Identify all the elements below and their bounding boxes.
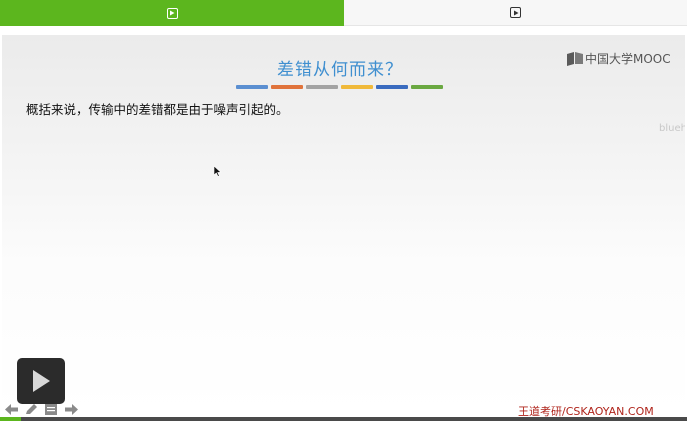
mooc-logo: 中国大学MOOC — [567, 50, 671, 67]
player-controls — [4, 403, 84, 415]
arrow-right-icon[interactable] — [64, 403, 78, 415]
tab-bar — [0, 0, 687, 26]
progress-bar[interactable] — [0, 417, 687, 421]
play-square-icon — [510, 7, 521, 18]
tab-video-2[interactable] — [344, 0, 687, 26]
side-watermark: blueh — [659, 123, 685, 134]
slide-canvas: 差错从何而来？ 中国大学MOOC 概括来说，传输中的差错都是由于噪声引起的。 b… — [2, 35, 685, 417]
color-bar-6 — [411, 85, 443, 89]
book-icon — [567, 51, 583, 66]
color-bar-2 — [271, 85, 303, 89]
play-square-icon — [166, 7, 178, 19]
color-bar-5 — [376, 85, 408, 89]
logo-text: 中国大学MOOC — [585, 52, 671, 66]
play-icon — [33, 370, 50, 392]
lecture-player: 差错从何而来？ 中国大学MOOC 概括来说，传输中的差错都是由于噪声引起的。 b… — [0, 0, 687, 421]
footer-brand: 王道考研/CSKAOYAN.COM — [518, 405, 654, 417]
tab-video-1[interactable] — [0, 0, 344, 26]
mouse-cursor-icon — [214, 166, 222, 177]
color-bar-3 — [306, 85, 338, 89]
slide-body-text: 概括来说，传输中的差错都是由于噪声引起的。 — [26, 102, 289, 117]
title-color-bars — [236, 85, 446, 89]
color-bar-4 — [341, 85, 373, 89]
play-button[interactable] — [17, 358, 65, 404]
color-bar-1 — [236, 85, 268, 89]
arrow-left-icon[interactable] — [4, 403, 18, 415]
progress-fill — [0, 417, 21, 421]
pen-icon[interactable] — [24, 403, 38, 415]
menu-icon[interactable] — [44, 403, 58, 415]
